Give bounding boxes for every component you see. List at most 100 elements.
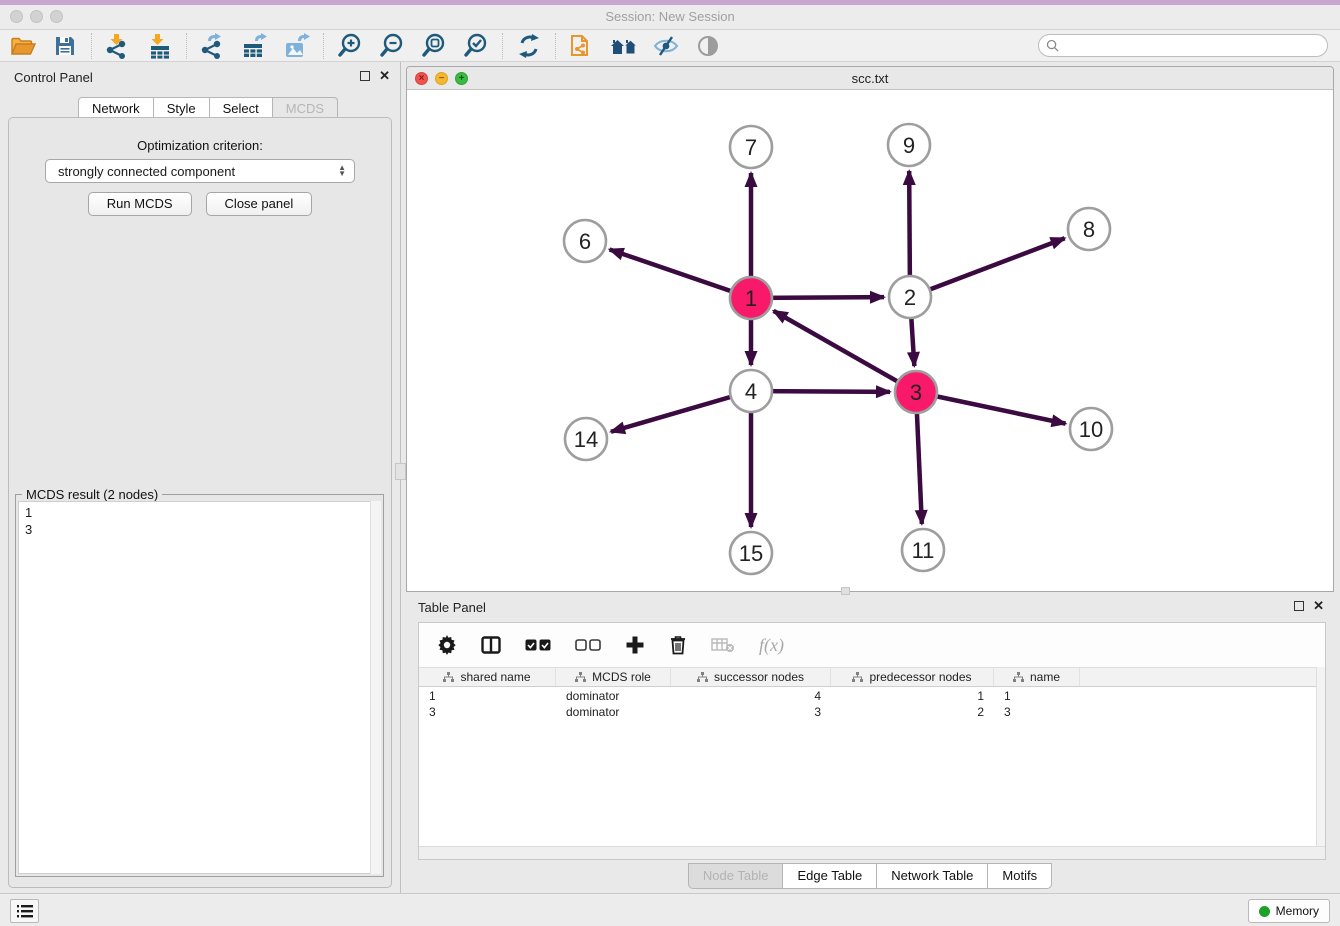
table-row[interactable]: 1dominator411 — [419, 688, 1316, 704]
float-table-panel-icon[interactable] — [1294, 601, 1304, 611]
toolbar-separator — [555, 33, 556, 59]
network-window-titlebar[interactable]: × − + scc.txt — [407, 67, 1333, 90]
zoom-selected-icon[interactable] — [461, 32, 491, 60]
search-input[interactable] — [1064, 39, 1327, 53]
cell-shared-name[interactable]: 3 — [419, 704, 556, 720]
tab-edge-table[interactable]: Edge Table — [782, 863, 876, 889]
network-view-window: × − + scc.txt 7968124314101511 — [406, 66, 1334, 592]
deselect-all-checkboxes-icon[interactable] — [575, 639, 601, 651]
cell-name[interactable]: 3 — [994, 704, 1080, 720]
cell-predecessor-nodes[interactable]: 1 — [831, 688, 994, 704]
export-network-icon[interactable] — [198, 32, 228, 60]
zoom-out-icon[interactable] — [377, 32, 407, 60]
memory-button[interactable]: Memory — [1248, 899, 1330, 923]
delete-column-icon[interactable] — [669, 635, 687, 655]
memory-label: Memory — [1276, 904, 1319, 918]
node-label-2: 2 — [904, 285, 916, 310]
show-all-icon[interactable] — [693, 32, 723, 60]
tab-motifs[interactable]: Motifs — [987, 863, 1052, 889]
mcds-result-group: MCDS result (2 nodes) 1 3 — [15, 494, 384, 877]
cell-successor-nodes[interactable]: 3 — [671, 704, 831, 720]
open-session-icon[interactable] — [8, 32, 38, 60]
column-type-icon — [697, 672, 708, 682]
function-builder-icon[interactable]: f(x) — [759, 635, 784, 656]
criterion-select[interactable]: strongly connected component ▲▼ — [45, 159, 355, 183]
toggle-columns-icon[interactable] — [481, 636, 501, 654]
save-session-icon[interactable] — [50, 32, 80, 60]
cell-shared-name[interactable]: 1 — [419, 688, 556, 704]
column-header-shared-name[interactable]: shared name — [419, 668, 556, 686]
node-label-6: 6 — [579, 229, 591, 254]
node-label-1: 1 — [745, 286, 757, 311]
main-toolbar — [0, 30, 1340, 62]
list-icon — [17, 905, 33, 918]
select-stepper-icon: ▲▼ — [338, 165, 346, 177]
run-mcds-button[interactable]: Run MCDS — [88, 192, 192, 216]
table-vertical-scrollbar[interactable] — [1316, 667, 1325, 846]
cell-predecessor-nodes[interactable]: 2 — [831, 704, 994, 720]
horizontal-split-handle[interactable] — [841, 587, 850, 595]
export-table-icon[interactable] — [240, 32, 270, 60]
mcds-result-title: MCDS result (2 nodes) — [22, 487, 162, 502]
node-label-15: 15 — [739, 541, 763, 566]
cell-MCDS-role[interactable]: dominator — [556, 704, 671, 720]
zoom-in-icon[interactable] — [335, 32, 365, 60]
application-window: { "window": { "title": "Session: New Ses… — [0, 0, 1340, 926]
edge-1-6[interactable] — [610, 249, 751, 298]
first-neighbors-icon[interactable] — [609, 32, 639, 60]
table-row[interactable]: 3dominator323 — [419, 704, 1316, 720]
new-network-from-selection-icon[interactable] — [567, 32, 597, 60]
export-image-icon[interactable] — [282, 32, 312, 60]
import-network-icon[interactable] — [103, 32, 133, 60]
delete-table-icon[interactable] — [711, 637, 735, 653]
close-panel-button[interactable]: Close panel — [206, 192, 313, 216]
table-rows: 1dominator4113dominator323 — [419, 688, 1316, 846]
edge-3-10[interactable] — [916, 392, 1066, 424]
edge-3-1[interactable] — [774, 311, 916, 392]
table-horizontal-scrollbar[interactable] — [419, 846, 1325, 859]
cell-name[interactable]: 1 — [994, 688, 1080, 704]
memory-status-icon — [1259, 906, 1270, 917]
network-title: scc.txt — [407, 71, 1333, 86]
table-panel: Table Panel ✕ — [406, 597, 1334, 890]
hide-selected-icon[interactable] — [651, 32, 681, 60]
node-label-8: 8 — [1083, 217, 1095, 242]
close-panel-icon[interactable]: ✕ — [379, 71, 390, 81]
node-table-container: f(x) shared nameMCDS rolesuccessor nodes… — [418, 622, 1326, 860]
column-type-icon — [1013, 672, 1024, 682]
cell-successor-nodes[interactable]: 4 — [671, 688, 831, 704]
column-type-icon — [852, 672, 863, 682]
node-label-11: 11 — [912, 538, 935, 563]
table-panel-title: Table Panel — [418, 600, 486, 615]
column-header-name[interactable]: name — [994, 668, 1080, 686]
control-panel-title: Control Panel — [14, 70, 93, 85]
criterion-value: strongly connected component — [58, 164, 235, 179]
select-all-checkboxes-icon[interactable] — [525, 639, 551, 651]
zoom-fit-icon[interactable] — [419, 32, 449, 60]
column-header-MCDS-role[interactable]: MCDS role — [556, 668, 671, 686]
edge-2-8[interactable] — [910, 238, 1065, 297]
task-history-button[interactable] — [10, 899, 39, 923]
import-table-icon[interactable] — [145, 32, 175, 60]
cell-MCDS-role[interactable]: dominator — [556, 688, 671, 704]
tab-network-table[interactable]: Network Table — [876, 863, 987, 889]
column-header-predecessor-nodes[interactable]: predecessor nodes — [831, 668, 994, 686]
toolbar-separator — [91, 33, 92, 59]
add-column-icon[interactable] — [625, 635, 645, 655]
graph-canvas[interactable]: 7968124314101511 — [407, 90, 1333, 591]
tab-node-table[interactable]: Node Table — [688, 863, 783, 889]
vertical-split-handle[interactable] — [395, 463, 406, 480]
search-box[interactable] — [1038, 34, 1328, 57]
table-toolbar: f(x) — [419, 623, 1325, 667]
table-tabs: Node TableEdge TableNetwork TableMotifs — [406, 863, 1334, 889]
table-options-gear-icon[interactable] — [437, 635, 457, 655]
float-panel-icon[interactable] — [360, 71, 370, 81]
result-scrollbar[interactable] — [370, 501, 381, 874]
mcds-result-text[interactable]: 1 3 — [18, 501, 381, 874]
close-table-panel-icon[interactable]: ✕ — [1313, 601, 1324, 611]
apply-layout-icon[interactable] — [514, 32, 544, 60]
node-label-14: 14 — [574, 427, 598, 452]
node-label-4: 4 — [745, 379, 757, 404]
toolbar-separator — [186, 33, 187, 59]
column-header-successor-nodes[interactable]: successor nodes — [671, 668, 831, 686]
